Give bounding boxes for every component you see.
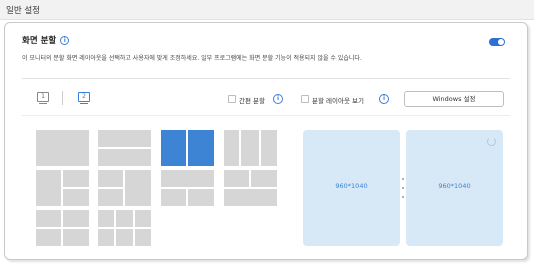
- display-resolution-label: 960*1040: [335, 182, 368, 190]
- layout-two-top-plus-bottom[interactable]: [224, 170, 277, 206]
- layout-cell: [241, 130, 259, 166]
- show-layout-checkbox[interactable]: [301, 95, 309, 103]
- layout-four-grid[interactable]: [36, 210, 89, 246]
- show-layout-info-icon[interactable]: i: [379, 94, 389, 104]
- monitor-2-icon[interactable]: 2: [78, 92, 90, 104]
- layout-cell: [36, 210, 61, 227]
- handle-dot: [402, 196, 404, 198]
- divider: [22, 115, 510, 116]
- layout-cell: [98, 149, 151, 166]
- layout-cell: [116, 210, 133, 227]
- info-icon[interactable]: i: [60, 35, 70, 45]
- layout-top-plus-two-bottom[interactable]: [161, 170, 214, 206]
- simple-split-label: 간편 분할: [239, 97, 265, 105]
- display-preview-left[interactable]: 960*1040: [303, 130, 400, 246]
- window-header: 일반 설정: [0, 0, 534, 20]
- toggle-knob: [498, 39, 504, 45]
- divider: [22, 78, 510, 79]
- layout-cell: [98, 229, 114, 246]
- layout-cell: [116, 229, 133, 246]
- layout-cell: [36, 170, 61, 206]
- layout-cell: [161, 189, 186, 206]
- layout-two-columns[interactable]: [161, 130, 214, 166]
- layout-cell: [36, 130, 89, 166]
- layout-cell: [135, 210, 151, 227]
- split-screen-toggle[interactable]: [489, 38, 505, 46]
- layout-cell: [188, 189, 214, 206]
- layout-cell: [135, 229, 151, 246]
- display-preview-right[interactable]: 960*1040: [406, 130, 503, 246]
- show-layout-label: 분할 레이아웃 보기: [312, 97, 364, 105]
- layout-cell: [63, 170, 89, 187]
- section-title: 화면 분할: [22, 36, 57, 46]
- handle-dot: [402, 178, 404, 180]
- layout-single[interactable]: [36, 130, 89, 166]
- layout-cell: [98, 189, 123, 206]
- layout-cell: [224, 189, 277, 206]
- layout-two-rows[interactable]: [98, 130, 151, 166]
- layout-cell: [98, 170, 123, 187]
- layout-cell: [36, 229, 61, 246]
- header-title: 일반 설정: [6, 6, 40, 16]
- simple-split-checkbox[interactable]: [228, 95, 236, 103]
- windows-settings-button[interactable]: Windows 설정: [404, 91, 504, 107]
- layout-cell: [63, 189, 89, 206]
- layout-cell: [98, 130, 151, 147]
- monitor-1-icon[interactable]: 1: [37, 92, 49, 104]
- layout-cell: [251, 170, 277, 187]
- layout-cell: [188, 130, 214, 166]
- section-title-row: 화면 분할 i: [22, 34, 70, 46]
- split-drag-handle[interactable]: [401, 178, 405, 198]
- handle-dot: [402, 187, 404, 189]
- layout-cell: [125, 170, 151, 206]
- display-resolution-label: 960*1040: [438, 182, 471, 190]
- layout-cell: [161, 130, 186, 166]
- monitor-separator: [62, 91, 63, 105]
- layout-cell: [98, 210, 114, 227]
- layout-cell: [161, 170, 214, 187]
- layout-three-columns[interactable]: [224, 130, 277, 166]
- refresh-icon[interactable]: [487, 137, 496, 146]
- layout-cell: [224, 130, 239, 166]
- layout-six-grid[interactable]: [98, 210, 151, 246]
- layout-left-plus-two-right[interactable]: [36, 170, 89, 206]
- layout-cell: [63, 229, 89, 246]
- layout-cell: [63, 210, 89, 227]
- layout-cell: [224, 170, 249, 187]
- layout-two-left-plus-right[interactable]: [98, 170, 151, 206]
- layout-cell: [261, 130, 277, 166]
- section-description: 이 모니터의 분할 화면 레이아웃을 선택하고 사용자에 맞게 조정하세요. 일…: [22, 55, 362, 62]
- simple-split-info-icon[interactable]: i: [273, 94, 283, 104]
